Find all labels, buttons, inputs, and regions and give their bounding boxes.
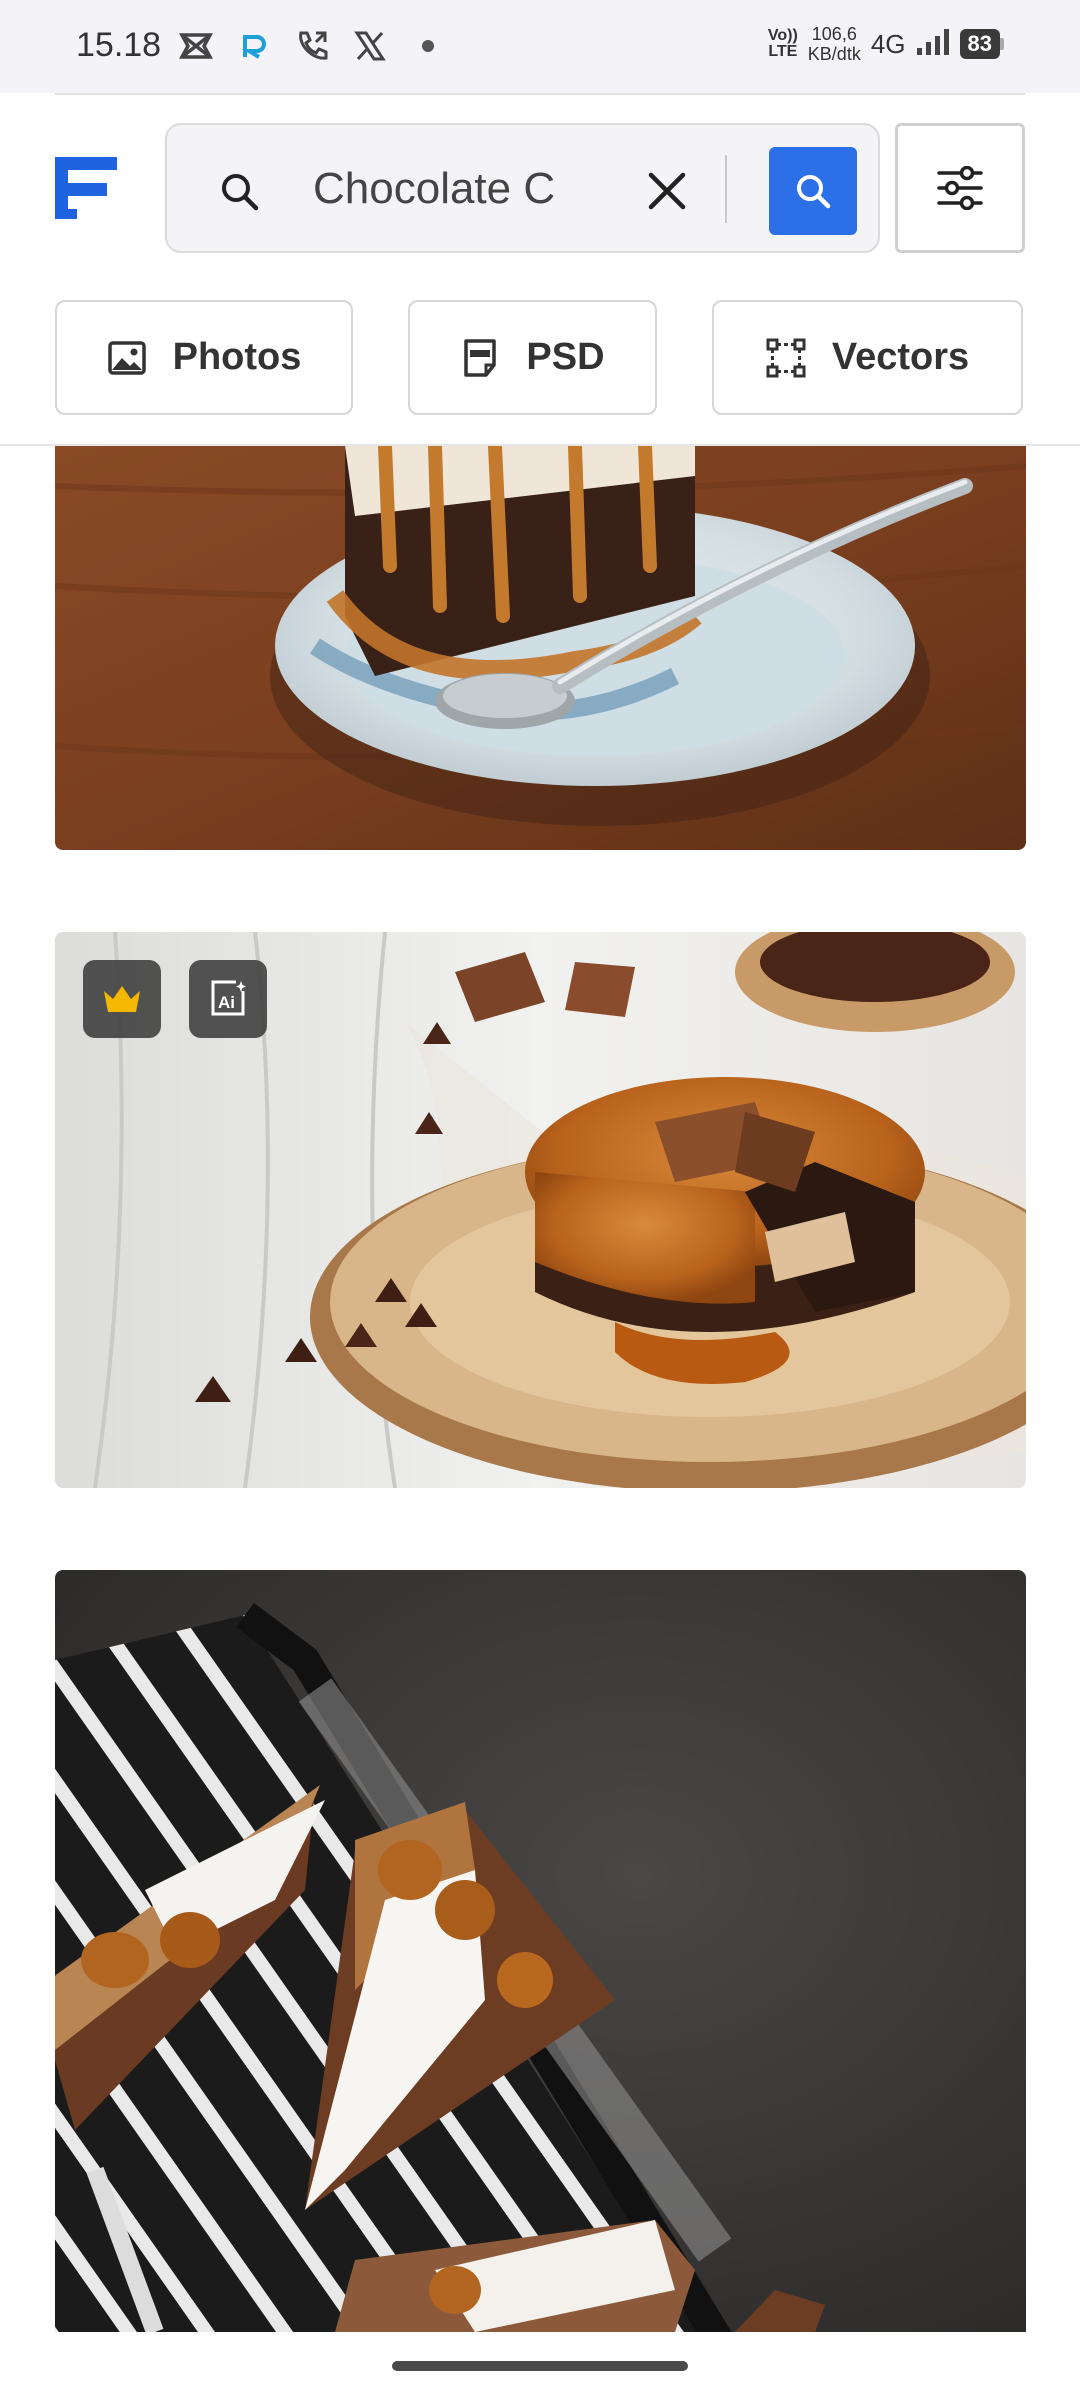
- app-r-icon: [236, 28, 272, 64]
- tab-label: PSD: [526, 336, 605, 378]
- tab-label: Vectors: [831, 336, 970, 378]
- result-image[interactable]: [55, 446, 1026, 850]
- premium-badge: [83, 960, 161, 1038]
- battery-icon: 83: [959, 29, 1004, 59]
- freepik-logo[interactable]: [55, 157, 117, 219]
- battery-level: 83: [959, 29, 1000, 59]
- status-time: 15.18: [76, 26, 162, 64]
- vector-icon: [766, 338, 806, 377]
- status-bar: 15.18 Vo)) LTE 106,6 KB/dtk 4G 83: [0, 0, 1080, 93]
- close-icon[interactable]: [645, 169, 689, 213]
- result-image[interactable]: Ai: [55, 932, 1026, 1488]
- tab-vectors[interactable]: Vectors: [712, 300, 1023, 415]
- tab-label: Photos: [172, 336, 302, 378]
- system-status: Vo)) LTE 106,6 KB/dtk 4G 83: [768, 24, 1004, 64]
- tab-psd[interactable]: PSD: [408, 300, 657, 415]
- crown-icon: [104, 986, 140, 1012]
- ai-icon: Ai: [211, 980, 246, 1016]
- volte-indicator: Vo)) LTE: [767, 27, 798, 60]
- tab-photos[interactable]: Photos: [55, 300, 353, 415]
- search-icon: [219, 171, 259, 211]
- image-icon: [107, 340, 146, 375]
- search-icon: [797, 175, 831, 209]
- home-indicator[interactable]: [392, 2361, 688, 2371]
- search-bar: [165, 123, 880, 253]
- svg-text:Ai: Ai: [218, 993, 235, 1012]
- search-divider: [725, 155, 727, 223]
- signal-icon: [916, 28, 950, 61]
- ai-generated-badge: Ai: [189, 960, 267, 1038]
- network-speed: 106,6 KB/dtk: [807, 24, 861, 64]
- result-image[interactable]: [55, 1570, 1026, 2332]
- search-button[interactable]: [769, 147, 857, 235]
- search-input[interactable]: [313, 153, 583, 225]
- psd-file-icon: [464, 338, 497, 377]
- header-divider: [55, 93, 1025, 95]
- tart-slices-photo: [55, 1570, 1026, 2332]
- network-type: 4G: [870, 28, 906, 59]
- phone-call-icon: [294, 28, 330, 64]
- capcut-icon: [178, 28, 214, 64]
- notification-icons: [178, 28, 446, 64]
- x-icon: [352, 28, 388, 64]
- search-header: Photos PSD Vectors: [0, 93, 1080, 446]
- sliders-icon: [937, 166, 983, 210]
- dot-icon: [410, 28, 446, 64]
- cake-slice-photo: [55, 446, 1026, 850]
- filter-button[interactable]: [895, 123, 1025, 253]
